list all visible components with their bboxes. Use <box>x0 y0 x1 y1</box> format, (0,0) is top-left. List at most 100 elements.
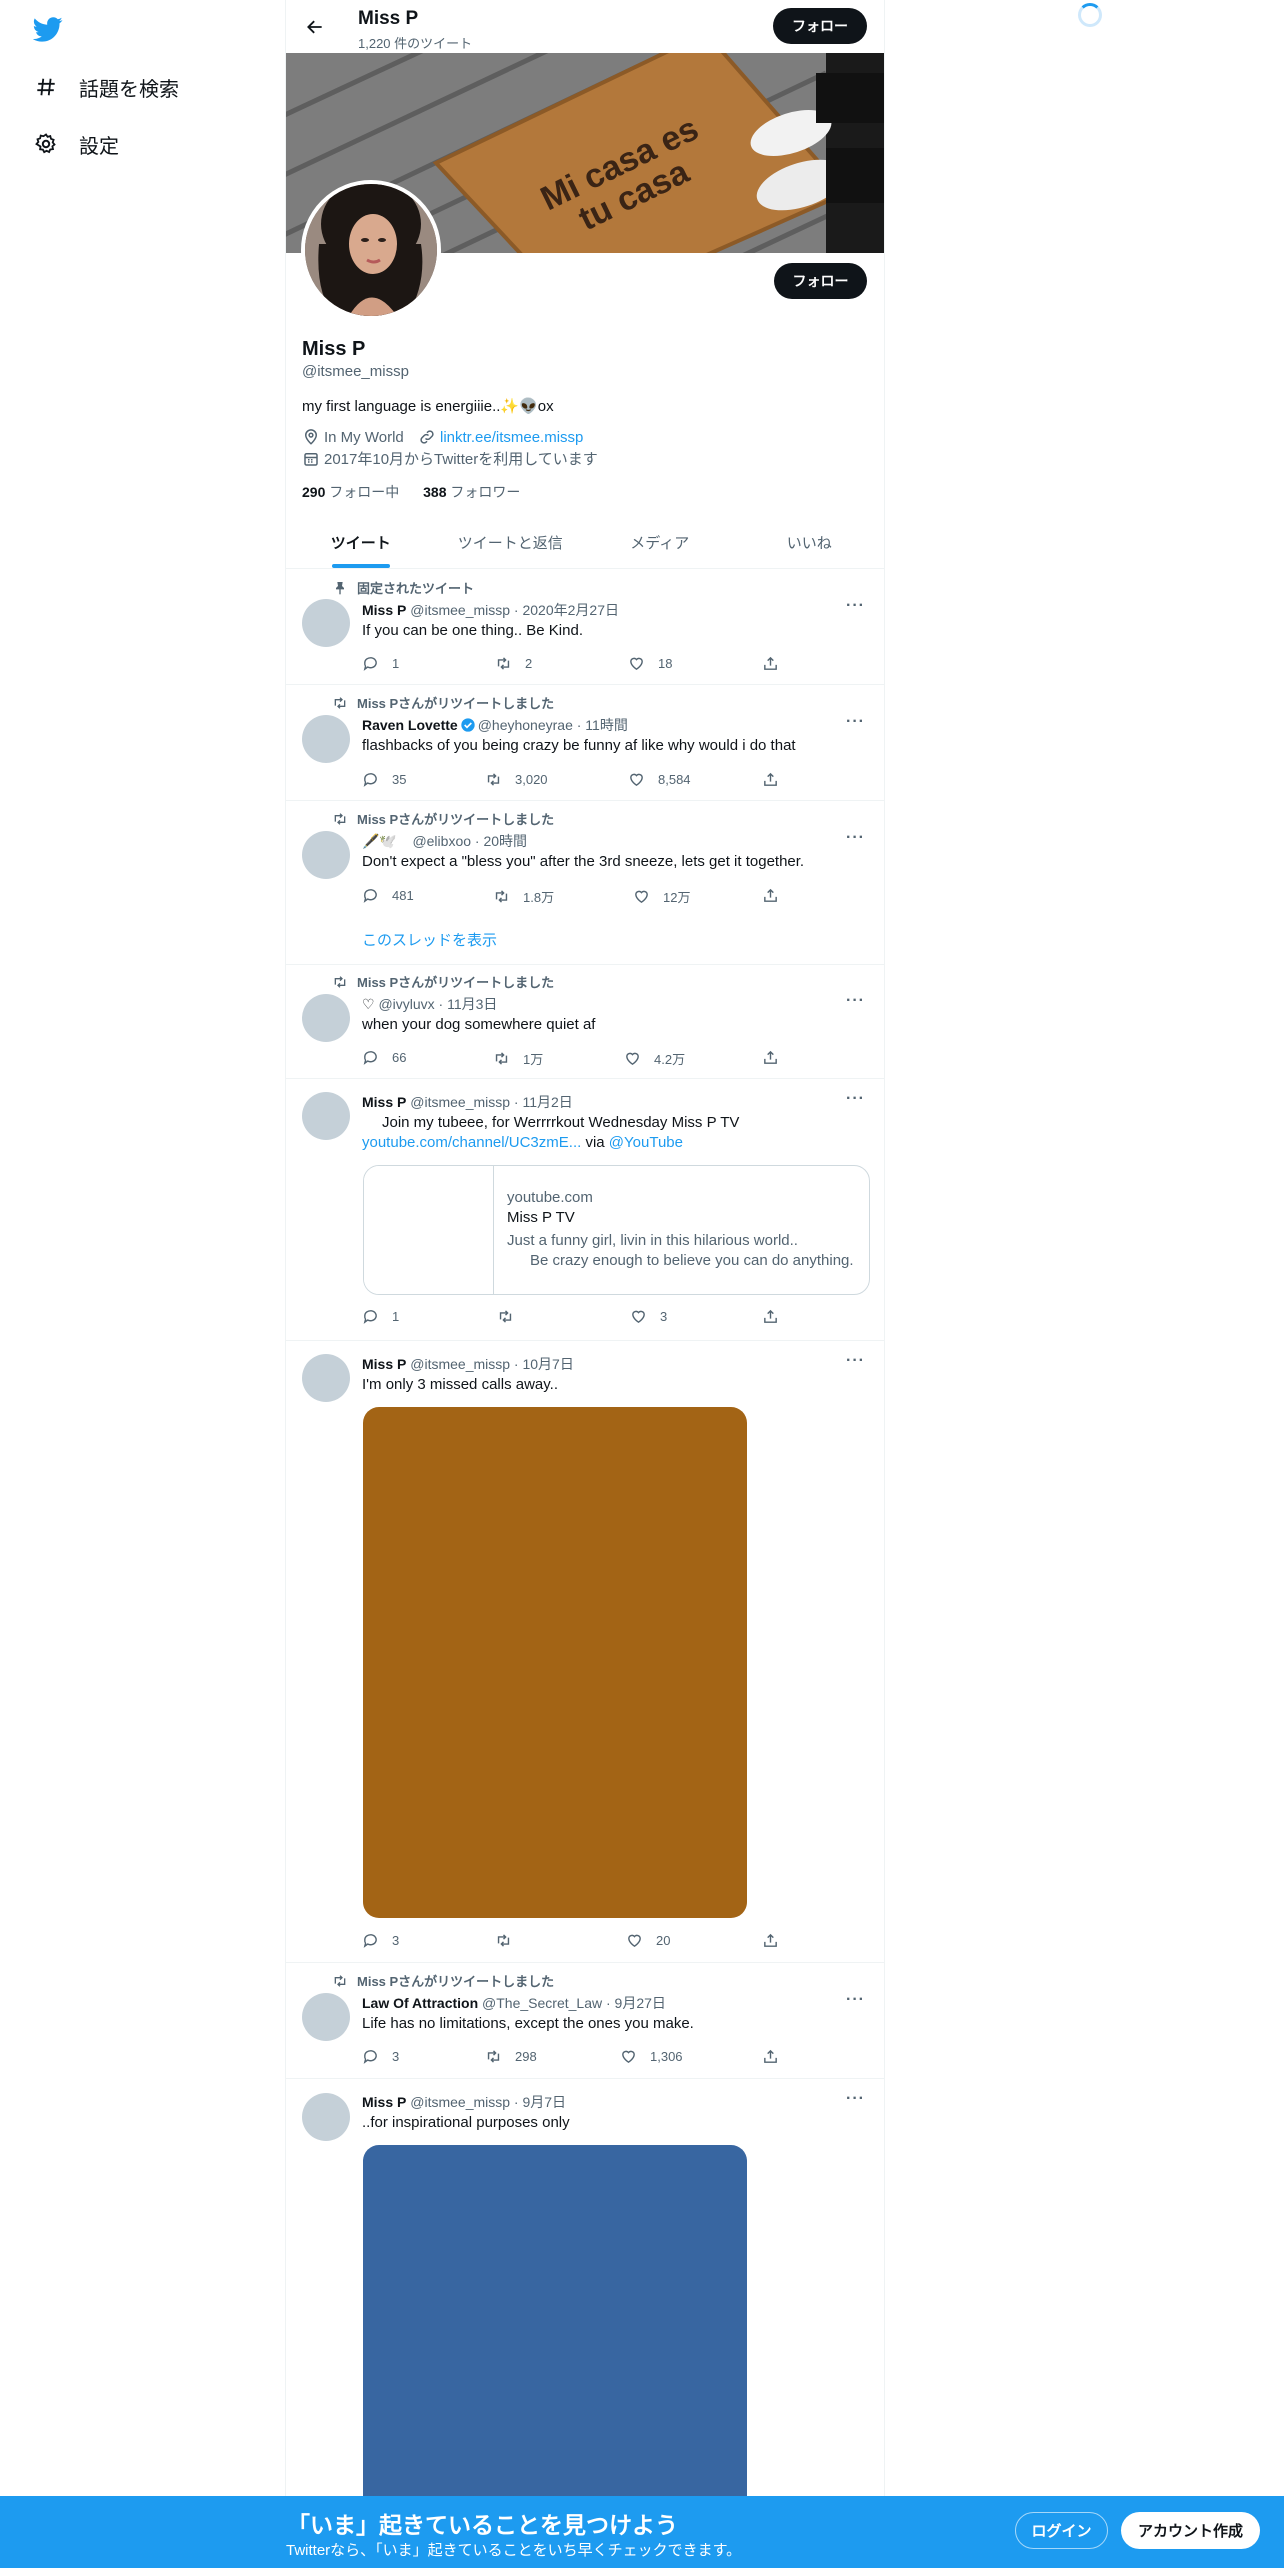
retweet-button[interactable]: 2 <box>495 655 532 672</box>
tweet-avatar[interactable] <box>302 994 350 1042</box>
reply-count: 1 <box>392 656 400 671</box>
tweet-author-name[interactable]: Miss P <box>362 2094 406 2110</box>
tweet-header: Raven Lovette @heyhoneyrae · 11時間 <box>362 715 628 735</box>
tweet-avatar[interactable] <box>302 1354 350 1402</box>
signup-button[interactable]: アカウント作成 <box>1121 2512 1260 2549</box>
following-count: 290 <box>302 484 326 500</box>
like-button[interactable]: 4.2万 <box>624 1049 685 1068</box>
retweet-button[interactable]: 3,020 <box>485 771 548 788</box>
tweet-author-name[interactable]: 🖋️🕊️ <box>362 833 397 849</box>
share-button[interactable] <box>762 2048 792 2065</box>
share-button[interactable] <box>762 1049 792 1066</box>
tweet-author-name[interactable]: Raven Lovette <box>362 717 458 733</box>
tweet-author-name[interactable]: Miss P <box>362 1094 406 1110</box>
reply-button[interactable]: 1 <box>362 1308 399 1325</box>
tweet-avatar[interactable] <box>302 1993 350 2041</box>
link-card-desc-1: Just a funny girl, livin in this hilario… <box>507 1232 798 1249</box>
tweet-actions: 481 1.8万 12万 <box>362 887 787 907</box>
tab-tweets-replies[interactable]: ツイートと返信 <box>436 516 586 568</box>
nav-settings[interactable]: 設定 <box>34 122 119 166</box>
profile-avatar[interactable] <box>301 180 441 320</box>
profile-joined-text: 2017年10月からTwitterを利用しています <box>324 451 598 468</box>
more-options-icon[interactable]: ··· <box>846 992 866 1012</box>
tweet-author-name[interactable]: Law Of Attraction <box>362 1995 478 2011</box>
retweet-icon <box>495 890 508 903</box>
more-options-icon[interactable]: ··· <box>846 1352 866 1372</box>
tab-tweets[interactable]: ツイート <box>286 516 436 568</box>
more-options-icon[interactable]: ··· <box>846 597 866 617</box>
followers-link[interactable]: 388 フォロワー <box>423 484 520 500</box>
reply-button[interactable]: 3 <box>362 1932 399 1949</box>
reply-icon <box>363 1934 377 1948</box>
tweet-avatar[interactable] <box>302 1092 350 1140</box>
nav-explore[interactable]: 話題を検索 <box>34 65 179 109</box>
like-button[interactable]: 3 <box>630 1308 667 1325</box>
twitter-logo-icon[interactable] <box>32 14 63 44</box>
following-link[interactable]: 290 フォロー中 <box>302 484 399 500</box>
retweet-button[interactable]: 298 <box>485 2048 537 2065</box>
retweet-button[interactable] <box>495 1932 525 1949</box>
header-follow-button[interactable]: フォロー <box>773 8 867 44</box>
profile-follow-button[interactable]: フォロー <box>774 263 867 299</box>
calendar-icon <box>304 452 318 466</box>
tweet-avatar[interactable] <box>302 831 350 879</box>
like-button[interactable]: 12万 <box>633 887 690 906</box>
tweet-avatar[interactable] <box>302 2093 350 2141</box>
tweet-author-name[interactable]: Miss P <box>362 1356 406 1372</box>
tweet[interactable]: 固定されたツイート Miss P @itsmee_missp · 2020年2月… <box>286 569 884 685</box>
retweet-icon <box>487 773 500 786</box>
link-card[interactable]: youtube.com Miss P TV Just a funny girl,… <box>363 1165 870 1295</box>
reply-button[interactable]: 1 <box>362 655 399 672</box>
retweet-button[interactable] <box>497 1308 527 1325</box>
tweet[interactable]: Miss P @itsmee_missp · 9月7日 ··· ..for in… <box>286 2079 884 2568</box>
tweet[interactable]: Miss Pさんがリツイートしました 🖋️🕊️ @elibxoo · 20時間 … <box>286 801 884 965</box>
retweet-icon <box>334 696 346 709</box>
share-button[interactable] <box>762 887 792 904</box>
tab-likes[interactable]: いいね <box>735 516 885 568</box>
share-button[interactable] <box>762 1932 792 1949</box>
tab-media[interactable]: メディア <box>585 516 735 568</box>
like-button[interactable]: 20 <box>626 1932 670 1949</box>
tweet-media-image[interactable] <box>363 1407 747 1918</box>
tweet-author-name[interactable]: Miss P <box>362 602 406 618</box>
like-button[interactable]: 1,306 <box>620 2048 683 2065</box>
reply-button[interactable]: 35 <box>362 771 406 788</box>
tweet-link-line: youtube.com/channel/UC3zmE... via @YouTu… <box>362 1133 862 1153</box>
tweet[interactable]: Miss P @itsmee_missp · 10月7日 ··· I'm onl… <box>286 1341 884 1963</box>
profile-url-text[interactable]: linktr.ee/itsmee.missp <box>440 429 583 446</box>
tweet-author-name[interactable]: ♡ <box>362 996 375 1012</box>
retweet-button[interactable]: 1.8万 <box>493 887 554 906</box>
more-options-icon[interactable]: ··· <box>846 1991 866 2011</box>
back-arrow-icon[interactable] <box>302 14 328 40</box>
share-button[interactable] <box>762 771 792 788</box>
share-button[interactable] <box>762 1308 792 1325</box>
login-button[interactable]: ログイン <box>1015 2512 1108 2549</box>
header-name: Miss P <box>358 8 419 29</box>
share-button[interactable] <box>762 655 792 672</box>
like-button[interactable]: 8,584 <box>628 771 691 788</box>
tweet-link[interactable]: youtube.com/channel/UC3zmE... <box>362 1134 581 1151</box>
profile-url[interactable]: linktr.ee/itsmee.missp <box>418 428 583 446</box>
reply-button[interactable]: 66 <box>362 1049 406 1066</box>
tweet-avatar[interactable] <box>302 599 350 647</box>
tweet[interactable]: Miss Pさんがリツイートしました Law Of Attraction @Th… <box>286 1963 884 2079</box>
more-options-icon[interactable]: ··· <box>846 2090 866 2110</box>
more-options-icon[interactable]: ··· <box>846 713 866 733</box>
more-options-icon[interactable]: ··· <box>846 829 866 849</box>
tweet[interactable]: Miss Pさんがリツイートしました Raven Lovette @heyhone… <box>286 685 884 801</box>
tweet[interactable]: Miss Pさんがリツイートしました ♡ @ivyluvx · 11月3日 ··… <box>286 965 884 1079</box>
like-count: 1,306 <box>650 2049 683 2064</box>
tweet-avatar[interactable] <box>302 715 350 763</box>
following-label: フォロー中 <box>329 484 400 500</box>
retweet-button[interactable]: 1万 <box>493 1049 543 1068</box>
show-thread-link[interactable]: このスレッドを表示 <box>362 929 497 950</box>
main-column: Miss P 1,220 件のツイート フォロー Mi casa es tu c… <box>285 0 885 2568</box>
share-icon <box>764 1933 777 1947</box>
tweet-mention-link[interactable]: @YouTube <box>609 1134 683 1151</box>
reply-button[interactable]: 481 <box>362 887 414 904</box>
like-button[interactable]: 18 <box>628 655 672 672</box>
tweet-header: ♡ @ivyluvx · 11月3日 <box>362 994 497 1014</box>
heart-icon <box>626 1052 639 1066</box>
more-options-icon[interactable]: ··· <box>846 1090 866 1110</box>
reply-button[interactable]: 3 <box>362 2048 399 2065</box>
